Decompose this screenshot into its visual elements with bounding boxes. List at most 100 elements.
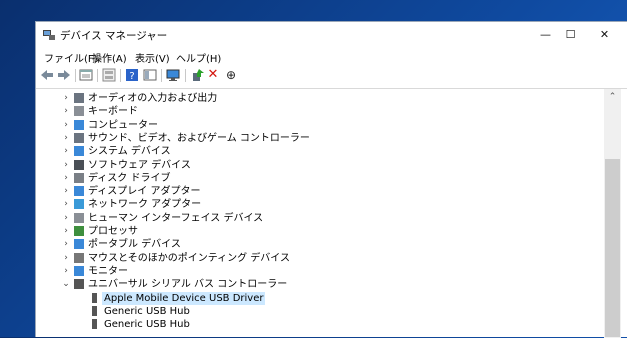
portable-icon: [74, 239, 84, 249]
close-button[interactable]: ✕: [587, 22, 622, 48]
scrollbar-thumb[interactable]: [605, 159, 620, 337]
monitor-icon: [74, 266, 84, 276]
menu-help[interactable]: ヘルプ(H): [176, 50, 221, 65]
update-driver-icon[interactable]: [191, 68, 205, 82]
computer-icon: [74, 120, 84, 130]
title-bar[interactable]: デバイス マネージャー — ☐ ✕: [36, 22, 627, 48]
device-manager-window: デバイス マネージャー — ☐ ✕ ファイル(F) 操作(A) 表示(V) ヘル…: [35, 21, 627, 338]
expand-chevron-icon[interactable]: ›: [62, 212, 70, 225]
expand-chevron-icon[interactable]: ›: [62, 238, 70, 251]
menu-file[interactable]: ファイル(F): [44, 50, 98, 65]
tree-category-label: コンピューター: [88, 120, 158, 131]
tree-category[interactable]: › ディスプレイ アダプター: [38, 185, 598, 198]
expand-chevron-icon[interactable]: ›: [62, 172, 70, 185]
hid-icon: [74, 213, 84, 223]
keyboard-icon: [74, 106, 84, 116]
toolbar-separator: [75, 69, 76, 82]
processor-icon: [74, 226, 84, 236]
tree-category-label: モニター: [88, 266, 128, 277]
scroll-up-button[interactable]: ⌃: [604, 91, 621, 103]
maximize-button[interactable]: ☐: [553, 22, 588, 48]
tree-category[interactable]: ⌄ ユニバーサル シリアル バス コントローラー: [38, 278, 598, 291]
expand-chevron-open-icon[interactable]: ⌄: [62, 278, 70, 291]
menu-bar: ファイル(F) 操作(A) 表示(V) ヘルプ(H): [36, 48, 627, 66]
vertical-scrollbar[interactable]: ⌃: [604, 89, 621, 338]
disk-icon: [74, 173, 84, 183]
help-icon[interactable]: ?: [125, 68, 139, 82]
tree-category[interactable]: › プロセッサ: [38, 225, 598, 238]
tree-category-label: マウスとそのほかのポインティング デバイス: [88, 253, 290, 264]
tree-category-label: キーボード: [88, 106, 138, 117]
expand-chevron-icon[interactable]: ›: [62, 198, 70, 211]
tree-device[interactable]: Generic USB Hub: [38, 305, 598, 318]
toolbar-separator: [161, 69, 162, 82]
expand-chevron-icon[interactable]: ›: [62, 159, 70, 172]
monitor-icon[interactable]: [166, 68, 180, 82]
device-manager-app-icon: [43, 30, 55, 40]
network-icon: [74, 199, 84, 209]
display-icon: [74, 186, 84, 196]
tree-category[interactable]: › キーボード: [38, 105, 598, 118]
system-icon: [74, 146, 84, 156]
tree-category[interactable]: › サウンド、ビデオ、およびゲーム コントローラー: [38, 132, 598, 145]
tree-device-label: Apple Mobile Device USB Driver: [102, 292, 266, 305]
expand-chevron-icon[interactable]: ›: [62, 105, 70, 118]
speaker-icon: [74, 133, 84, 143]
tree-device[interactable]: Generic USB Hub: [38, 318, 598, 331]
tree-category-label: ポータブル デバイス: [88, 239, 181, 250]
toolbar-separator: [97, 69, 98, 82]
usb-plug-icon: [92, 293, 97, 303]
back-arrow-icon[interactable]: [40, 68, 54, 82]
uninstall-icon[interactable]: ✕: [206, 68, 220, 82]
tree-category-label: サウンド、ビデオ、およびゲーム コントローラー: [88, 133, 310, 144]
tree-category-label: ユニバーサル シリアル バス コントローラー: [88, 279, 288, 290]
expand-chevron-icon[interactable]: ›: [62, 92, 70, 105]
tree-category-label: ソフトウェア デバイス: [88, 160, 191, 171]
expand-chevron-icon[interactable]: ›: [62, 265, 70, 278]
tree-device[interactable]: Apple Mobile Device USB Driver: [38, 292, 598, 305]
tree-category[interactable]: › ヒューマン インターフェイス デバイス: [38, 212, 598, 225]
expand-chevron-icon[interactable]: ›: [62, 185, 70, 198]
toolbar: ? ✕ ⊕: [36, 67, 627, 84]
tree-category-label: ディスプレイ アダプター: [88, 186, 201, 197]
show-hidden-icon[interactable]: [102, 68, 116, 82]
svg-text:?: ?: [129, 71, 134, 82]
mouse-icon: [74, 253, 84, 263]
forward-arrow-icon[interactable]: [57, 68, 71, 82]
menu-view[interactable]: 表示(V): [135, 50, 170, 65]
properties-icon[interactable]: [79, 68, 93, 82]
tree-category[interactable]: › マウスとそのほかのポインティング デバイス: [38, 252, 598, 265]
tree-category[interactable]: › モニター: [38, 265, 598, 278]
tree-category-label: システム デバイス: [88, 146, 171, 157]
window-title: デバイス マネージャー: [60, 30, 168, 42]
toolbar-separator: [120, 69, 121, 82]
usb-plug-icon: [92, 319, 97, 329]
tree-category[interactable]: › システム デバイス: [38, 145, 598, 158]
expand-chevron-icon[interactable]: ›: [62, 145, 70, 158]
view-icon[interactable]: [143, 68, 157, 82]
expand-chevron-icon[interactable]: ›: [62, 119, 70, 132]
tree-category-label: ネットワーク アダプター: [88, 199, 202, 210]
scan-hardware-icon[interactable]: ⊕: [224, 68, 238, 82]
device-tree[interactable]: › オーディオの入力および出力 › キーボード › コンピューター › サウンド、ビデオ、およ…: [38, 89, 604, 338]
tree-category[interactable]: › ネットワーク アダプター: [38, 198, 598, 211]
expand-chevron-icon[interactable]: ›: [62, 225, 70, 238]
tree-category[interactable]: › コンピューター: [38, 119, 598, 132]
tree-category-label: プロセッサ: [88, 226, 138, 237]
tree-device-label: Generic USB Hub: [104, 306, 190, 317]
expand-chevron-icon[interactable]: ›: [62, 252, 70, 265]
speaker-icon: [74, 93, 84, 103]
usb-icon: [74, 279, 84, 289]
tree-category[interactable]: › ポータブル デバイス: [38, 238, 598, 251]
tree-category-label: オーディオの入力および出力: [88, 93, 218, 104]
tree-category[interactable]: › オーディオの入力および出力: [38, 92, 598, 105]
menu-action[interactable]: 操作(A): [92, 50, 127, 65]
usb-plug-icon: [92, 306, 97, 316]
device-icon: [74, 160, 84, 170]
toolbar-separator: [185, 69, 186, 82]
tree-category[interactable]: › ソフトウェア デバイス: [38, 159, 598, 172]
expand-chevron-icon[interactable]: ›: [62, 132, 70, 145]
tree-category-label: ヒューマン インターフェイス デバイス: [88, 213, 264, 224]
tree-category-label: ディスク ドライブ: [88, 173, 171, 184]
tree-category[interactable]: › ディスク ドライブ: [38, 172, 598, 185]
